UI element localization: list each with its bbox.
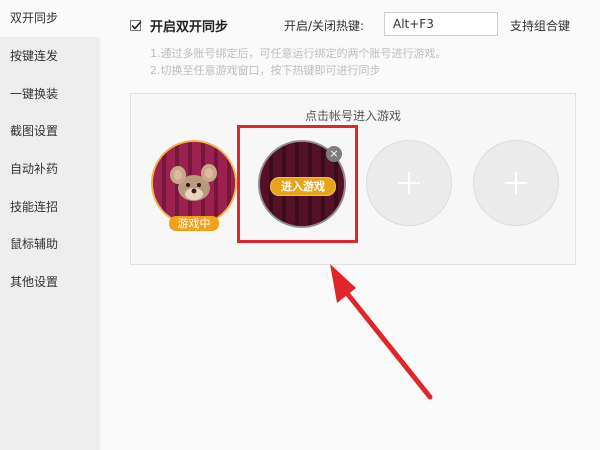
check-icon [131, 20, 142, 30]
description-line-2: 2.切换至任意游戏窗口，按下热键即可进行同步 [150, 64, 381, 77]
add-account-slot[interactable] [366, 140, 452, 226]
highlight-box [237, 125, 358, 243]
sidebar-item-mouse-assist[interactable]: 鼠标辅助 [0, 226, 100, 263]
sync-checkbox-label[interactable]: 开启双开同步 [150, 16, 228, 35]
in-game-badge: 游戏中 [169, 216, 219, 231]
sidebar-item-skill-combo[interactable]: 技能连招 [0, 189, 100, 226]
sidebar-item-other-settings[interactable]: 其他设置 [0, 264, 100, 301]
panel-title: 点击帐号进入游戏 [304, 109, 401, 123]
plus-icon [505, 172, 527, 194]
hotkey-label: 开启/关闭热键: [284, 19, 365, 33]
combo-key-label: 支持组合键 [510, 19, 571, 33]
hotkey-input[interactable]: Alt+F3 [384, 12, 498, 36]
plus-icon [398, 172, 420, 194]
mouse-character-icon [170, 164, 217, 201]
sync-checkbox[interactable] [130, 20, 142, 31]
description-line-1: 1.通过多账号绑定后，可任意运行绑定的两个账号进行游戏。 [150, 47, 447, 60]
sidebar: 双开同步 按键连发 一键换装 截图设置 自动补药 技能连招 鼠标辅助 其他设置 [0, 0, 100, 450]
account-avatar-1[interactable] [151, 140, 237, 226]
sidebar-item-auto-potion[interactable]: 自动补药 [0, 151, 100, 188]
sidebar-item-key-repeat[interactable]: 按键连发 [0, 38, 100, 75]
sidebar-item-screenshot[interactable]: 截图设置 [0, 113, 100, 150]
sidebar-item-dual-sync[interactable]: 双开同步 [0, 0, 100, 37]
add-account-slot[interactable] [473, 140, 559, 226]
sidebar-item-outfit-switch[interactable]: 一键换装 [0, 76, 100, 113]
